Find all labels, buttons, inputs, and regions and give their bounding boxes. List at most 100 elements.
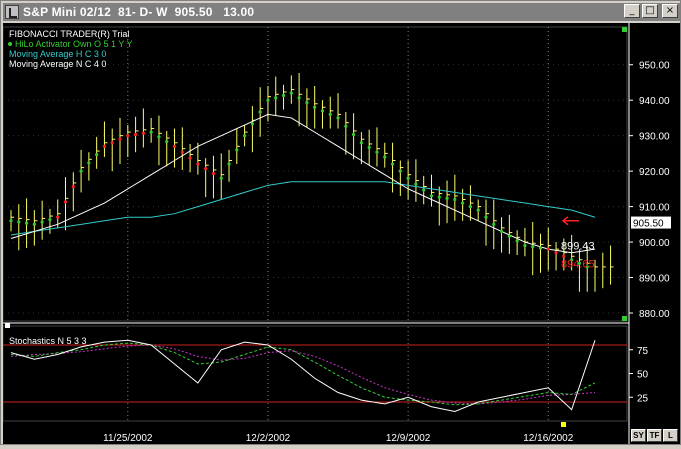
x-tick-label: 12/9/2002 <box>386 433 431 444</box>
hilo-dot <box>274 96 278 100</box>
hilo-dot <box>180 150 184 154</box>
close-button[interactable]: × <box>662 4 678 18</box>
hilo-dot <box>546 247 550 251</box>
hilo-dot <box>375 150 379 154</box>
hilo-dot <box>538 246 543 250</box>
hilo-dot <box>281 93 286 98</box>
stoch-panel-frame <box>2 325 628 422</box>
hilo-dot <box>313 105 317 109</box>
hilo-dot <box>507 234 511 238</box>
price-tick-label: 890.00 <box>639 274 670 285</box>
legend-marker <box>8 42 12 46</box>
hilo-dot <box>149 130 153 134</box>
hilo-dot <box>367 145 371 150</box>
hilo-dot <box>437 195 441 199</box>
time-cursor-marker <box>561 422 566 427</box>
hilo-dot <box>133 132 138 137</box>
hilo-dot <box>56 215 60 219</box>
hilo-dot <box>336 116 340 120</box>
price-corner-marker-bottom <box>622 316 627 321</box>
hilo-dot <box>172 144 177 148</box>
hilo-dot <box>297 96 301 100</box>
hilo-dot <box>531 245 535 249</box>
hilo-dot <box>328 112 332 116</box>
hilo-dot <box>398 169 402 173</box>
hilo-dot <box>95 152 99 157</box>
l-button[interactable]: L <box>663 429 678 442</box>
hilo-dot <box>219 176 223 180</box>
stoch-tick-label: 25 <box>637 393 649 404</box>
price-corner-marker <box>622 27 627 32</box>
x-tick-label: 12/2/2002 <box>246 433 291 444</box>
hilo-dot <box>48 218 52 222</box>
price-panel-frame <box>2 26 628 322</box>
minimize-button[interactable]: _ <box>624 4 640 18</box>
hilo-dot <box>414 182 418 186</box>
stoch-tick-label: 75 <box>637 346 649 357</box>
hilo-dot <box>468 205 473 209</box>
maximize-button[interactable]: □ <box>642 4 658 18</box>
legend-label: FIBONACCI TRADER(R) Trial <box>9 29 129 39</box>
hilo-dot <box>406 176 410 180</box>
legend-label: Moving Average N C 4 0 <box>9 59 106 69</box>
chart-window: S&P Mini 02/12 81- D- W 905.50 13.00 _ □… <box>0 0 681 445</box>
legend-label: Moving Average H C 3 0 <box>9 49 106 59</box>
hilo-dot <box>422 188 426 192</box>
hilo-dot <box>102 144 107 148</box>
chart-svg[interactable]: 880.00 890.00 900.00 910.00 920.00 930.00 940.… <box>2 23 680 444</box>
legend-label: HiLo Activator Own O 5 1 Y Y <box>15 39 133 49</box>
sy-button[interactable]: SY <box>631 429 646 442</box>
hilo-dot <box>9 219 13 223</box>
hilo-dot <box>79 169 83 173</box>
hilo-dot <box>289 91 293 95</box>
hilo-dot <box>126 134 130 138</box>
hilo-dot <box>320 109 325 113</box>
hilo-dot <box>359 141 363 145</box>
hilo-dot <box>554 251 558 255</box>
price-tick-label: 950.00 <box>639 61 670 72</box>
stoch-legend-label: Stochastics N 5 3 3 <box>9 336 87 346</box>
hilo-dot <box>71 184 75 189</box>
hilo-dot <box>429 194 434 198</box>
hilo-dot <box>227 162 231 166</box>
hilo-dot <box>118 137 122 141</box>
hilo-dot <box>32 222 36 226</box>
ma-nc-line <box>10 113 596 254</box>
x-tick-label: 12/16/2002 <box>523 433 573 444</box>
hilo-dot <box>453 197 457 202</box>
tf-button[interactable]: TF <box>647 429 662 442</box>
hilo-dot <box>492 222 496 226</box>
hilo-dot <box>445 196 449 200</box>
ma-hc-line <box>10 181 596 236</box>
hilo-dot <box>17 220 21 224</box>
hilo-dot <box>344 124 348 128</box>
stoch-tick-label: 50 <box>637 370 649 381</box>
hilo-dot <box>165 139 169 144</box>
hilo-dot <box>266 98 270 102</box>
price-bars <box>10 73 614 292</box>
last-price-label: 905.50 <box>633 219 664 230</box>
hilo-dot <box>211 171 216 176</box>
hilo-dot <box>476 208 480 212</box>
hilo-dot <box>390 162 395 166</box>
hilo-dot <box>235 148 239 152</box>
price-tick-label: 910.00 <box>639 203 670 214</box>
hilo-dot <box>258 110 262 114</box>
hilo-dot <box>499 229 504 234</box>
title-bar[interactable]: S&P Mini 02/12 81- D- W 905.50 13.00 _ □… <box>3 3 680 21</box>
hilo-dot <box>87 161 91 165</box>
price-tick-label: 880.00 <box>639 309 670 320</box>
hilo-dot <box>352 132 356 137</box>
hilo-dot <box>243 134 247 138</box>
price-tick-label: 900.00 <box>639 238 670 249</box>
chart-area[interactable]: 880.00 890.00 900.00 910.00 920.00 930.00 940.… <box>2 23 680 444</box>
hilo-dot <box>24 221 29 225</box>
hilo-dot <box>141 131 145 135</box>
annotation-value-white: 899.43 <box>561 241 595 253</box>
hilo-dot <box>188 156 192 160</box>
chart-app-icon[interactable] <box>5 5 19 19</box>
hilo-dot <box>523 244 527 248</box>
x-tick-label: 11/25/2002 <box>103 433 153 444</box>
bottom-toolbar: SY TF L <box>631 429 678 442</box>
hilo-dot <box>157 135 161 139</box>
